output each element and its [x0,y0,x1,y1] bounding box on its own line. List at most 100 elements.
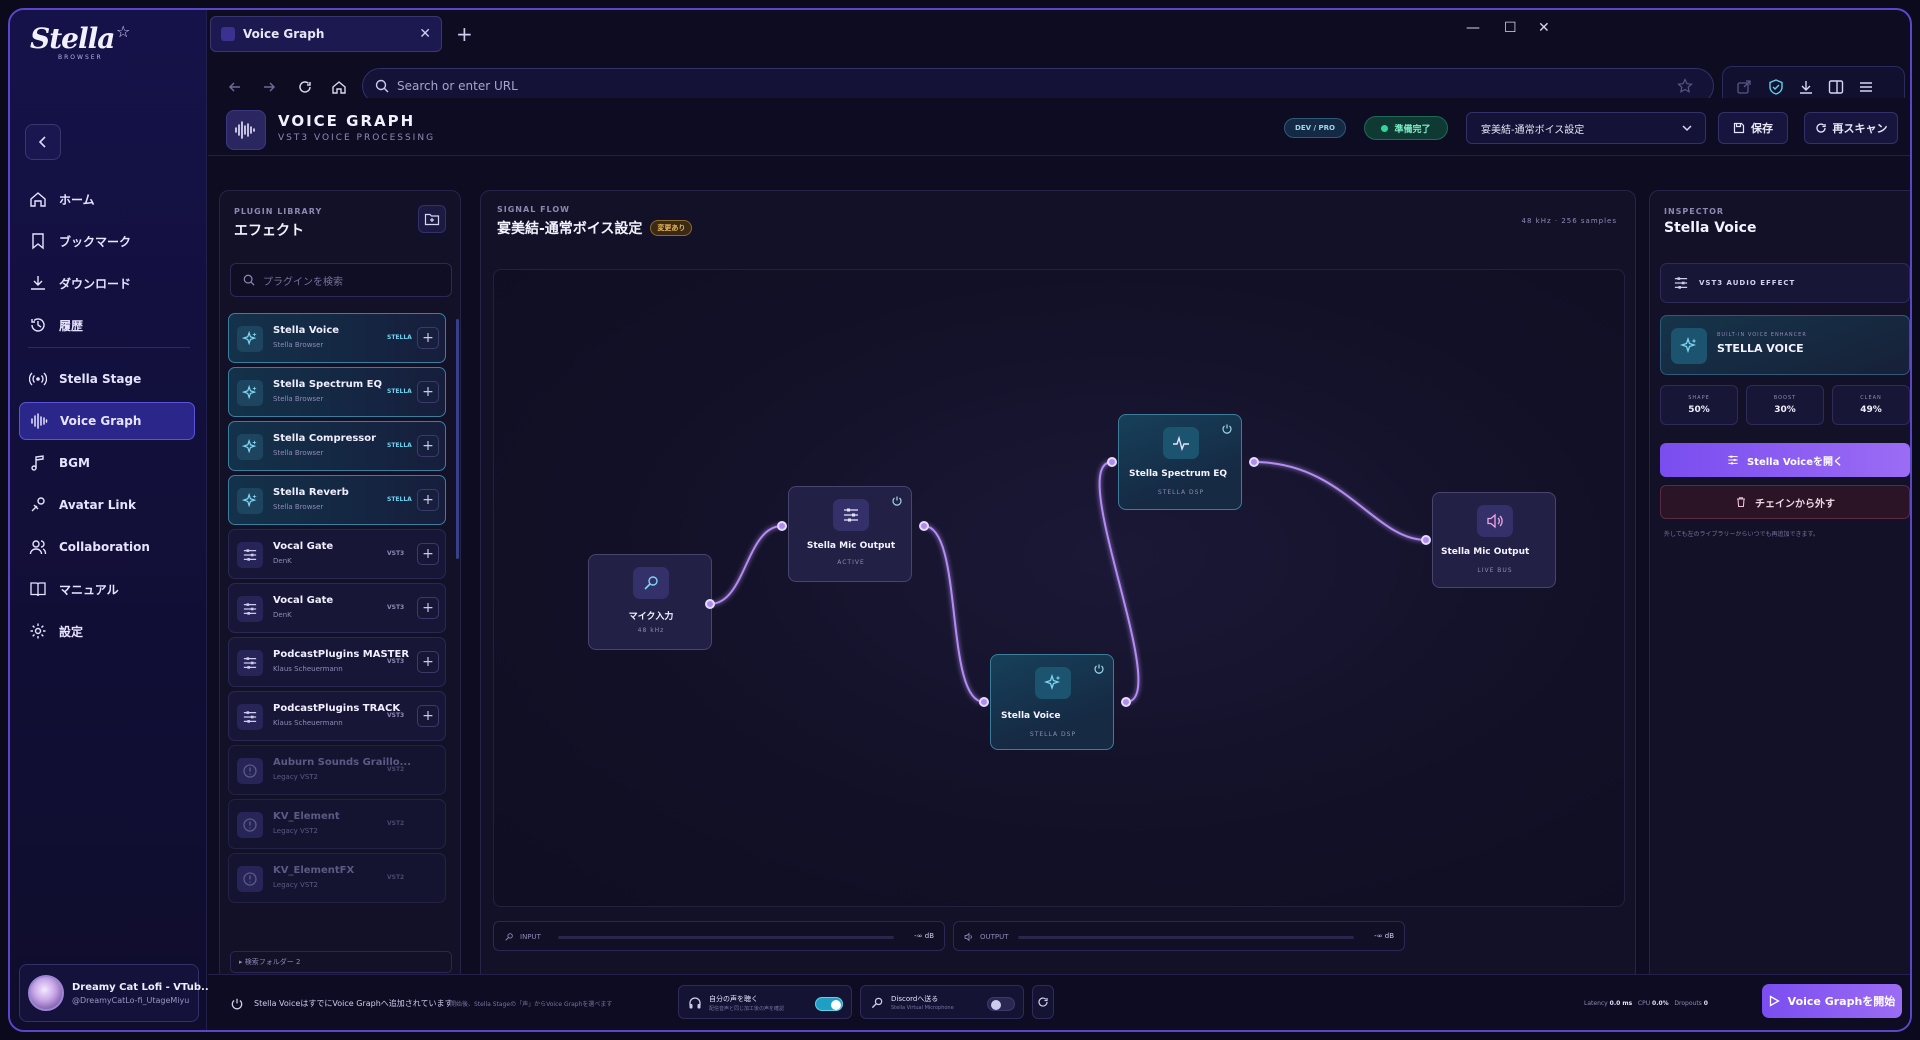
minimize-icon[interactable]: — [1466,20,1480,36]
remove-from-chain-button[interactable]: チェインから外す [1660,485,1910,519]
save-button[interactable]: 保存 [1718,112,1788,144]
add-plugin-button[interactable]: + [417,651,439,673]
plugin-name: Stella Compressor [273,433,377,444]
sidebar-item-voice-graph[interactable]: Voice Graph [19,402,195,440]
sliders-icon [237,650,263,676]
plugin-vendor: Legacy VST2 [273,881,318,889]
node-stella-voice[interactable]: Stella Voice STELLA DSP [990,654,1114,750]
maximize-icon[interactable]: ☐ [1504,20,1517,36]
node-stella-mic-output[interactable]: Stella Mic Output ACTIVE [788,486,912,582]
plugin-format-tag: VST3 [387,712,405,719]
add-plugin-button[interactable]: + [417,597,439,619]
chevron-left-icon [38,136,46,148]
search-icon [375,79,389,93]
sidebar-item-collaboration[interactable]: Collaboration [19,528,195,566]
sidebar-item-ダウンロード[interactable]: ダウンロード [19,264,195,302]
plugin-list-item[interactable]: KV_Element Legacy VST2 VST2 [228,799,446,849]
discord-toggle[interactable] [987,997,1015,1011]
warning-icon [237,866,263,892]
new-tab-button[interactable]: + [456,22,473,46]
add-folder-button[interactable] [418,205,446,233]
plugin-list-item[interactable]: PodcastPlugins MASTER Klaus Scheuermann VS… [228,637,446,687]
close-window-icon[interactable]: ✕ [1538,20,1550,36]
add-plugin-button[interactable]: + [417,543,439,565]
reload-button[interactable] [292,74,318,100]
back-button[interactable] [222,74,248,100]
sidebar-item-マニュアル[interactable]: マニュアル [19,570,195,608]
sidebar-item-stella-stage[interactable]: Stella Stage [19,360,195,398]
home-button[interactable] [326,74,352,100]
menu-icon[interactable] [1857,78,1875,96]
split-view-icon[interactable] [1827,78,1845,96]
port-voice-out[interactable] [1121,697,1131,707]
add-plugin-button[interactable]: + [417,435,439,457]
download-icon[interactable] [1797,78,1815,96]
share-icon[interactable] [1735,78,1753,96]
collapse-sidebar-button[interactable] [25,124,61,160]
shield-check-icon[interactable] [1767,78,1785,96]
plugin-search-input[interactable]: プラグインを検索 [230,263,452,297]
sidebar-item-ブックマーク[interactable]: ブックマーク [19,222,195,260]
port-live-in[interactable] [1421,535,1431,545]
add-plugin-button[interactable]: + [417,381,439,403]
sidebar-item-ホーム[interactable]: ホーム [19,180,195,218]
port-eq-out[interactable] [1249,457,1259,467]
plugin-list-item[interactable]: Stella Reverb Stella Browser STELLA + [228,475,446,525]
plugin-list-item[interactable]: Stella Voice Stella Browser STELLA + [228,313,446,363]
sidebar-item-履歴[interactable]: 履歴 [19,306,195,344]
browser-tab[interactable]: Voice Graph ✕ [210,16,442,52]
user-profile[interactable]: Dreamy Cat Lofi - VTub... @DreamyCatLo-f… [19,964,212,1022]
sidebar-item-label: 履歴 [59,318,84,333]
port-mic-output-out[interactable] [919,521,929,531]
search-folder-toggle[interactable]: ▸ 検索フォルダー 2 [230,951,452,973]
plugin-list-item[interactable]: Stella Compressor Stella Browser STELLA + [228,421,446,471]
plugin-list-item[interactable]: Auburn Sounds Graillo... Legacy VST2 VST2 [228,745,446,795]
wire-output-to-voice [923,525,985,703]
refresh-icon [1038,997,1048,1007]
node-stella-spectrum-eq[interactable]: Stella Spectrum EQ STELLA DSP [1118,414,1242,510]
bookmark-star-icon[interactable] [1677,78,1693,94]
discord-send-control: Discordへ送る Stella Virtual Microphone [860,985,1024,1019]
plugin-card-title: STELLA VOICE [1717,342,1804,355]
plugin-list-scrollbar[interactable] [456,319,459,559]
graph-canvas[interactable]: マイク入力 48 kHz Stella Mic Output ACTIVE St… [493,269,1625,907]
plugin-list-item[interactable]: Vocal Gate DenK VST3 + [228,529,446,579]
plugin-format-tag: VST3 [387,550,405,557]
port-voice-in[interactable] [979,697,989,707]
sidebar-item-avatar-link[interactable]: Avatar Link [19,486,195,524]
plugin-list-item[interactable]: Vocal Gate DenK VST3 + [228,583,446,633]
port-mic-output-in[interactable] [777,521,787,531]
refresh-devices-button[interactable] [1032,985,1054,1019]
browser-window: Stella ☆ BROWSER ホームブックマーク ダウンロード履歴 Stella… [8,8,1912,1032]
close-tab-icon[interactable]: ✕ [419,26,431,42]
port-eq-in[interactable] [1107,457,1117,467]
node-live-output[interactable]: Stella Mic Output LIVE BUS [1432,492,1556,588]
plugin-list-item[interactable]: Stella Spectrum EQ Stella Browser STELLA + [228,367,446,417]
home-icon [30,192,46,207]
port-mic-out[interactable] [705,599,715,609]
plugin-vendor: Stella Browser [273,503,324,511]
start-voice-graph-button[interactable]: Voice Graphを開始 [1762,984,1902,1018]
sidebar-item-label: Voice Graph [60,414,142,428]
forward-button[interactable] [256,74,282,100]
plugin-list-item[interactable]: PodcastPlugins TRACK Klaus Scheuermann VST… [228,691,446,741]
sidebar-item-bgm[interactable]: BGM [19,444,195,482]
plugin-list-item[interactable]: KV_ElementFX Legacy VST2 VST2 [228,853,446,903]
sidebar-item-label: Stella Stage [59,372,142,386]
tab-favicon [221,27,235,41]
inspector-stat-shape: SHAPE 50% [1660,385,1738,425]
open-plugin-button[interactable]: Stella Voiceを開く [1660,443,1910,477]
node-mic-input[interactable]: マイク入力 48 kHz [588,554,712,650]
page-subtitle: VST3 VOICE PROCESSING [278,133,436,143]
stella-logo[interactable]: Stella ☆ BROWSER [30,22,140,62]
status-dot-icon [1381,124,1389,132]
music-note-icon [31,455,44,471]
monitor-toggle[interactable] [815,997,843,1011]
add-plugin-button[interactable]: + [417,327,439,349]
waveform-icon [31,413,48,429]
preset-select[interactable]: 宴美結-通常ボイス設定 [1466,112,1706,144]
rescan-button[interactable]: 再スキャン [1804,112,1898,144]
sidebar-item-設定[interactable]: 設定 [19,612,195,650]
add-plugin-button[interactable]: + [417,705,439,727]
add-plugin-button[interactable]: + [417,489,439,511]
